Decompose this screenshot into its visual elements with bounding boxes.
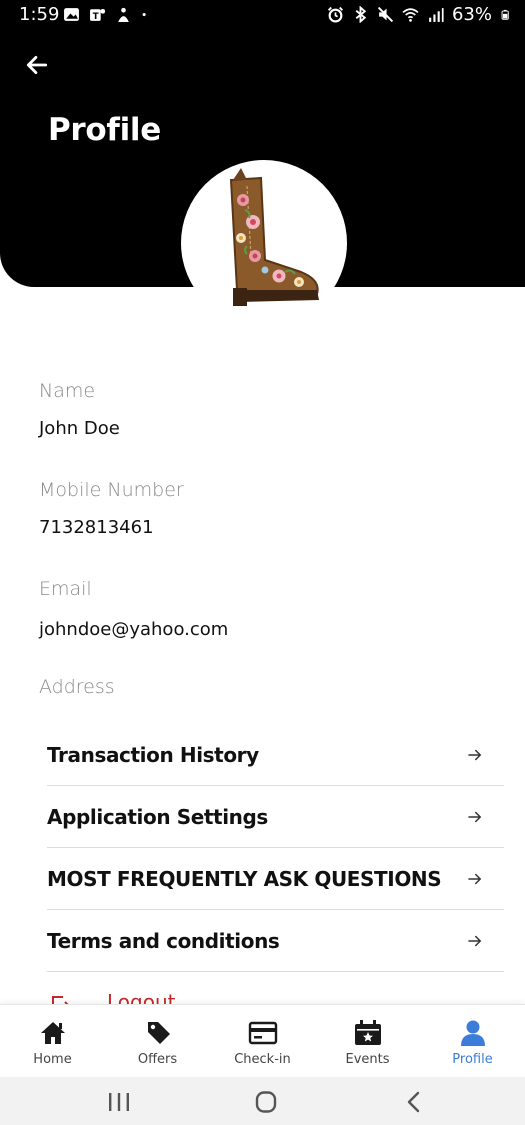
nav-label: Events — [345, 1052, 390, 1067]
menu-item-transaction-history[interactable]: Transaction History — [47, 724, 504, 786]
menu-item-label: Transaction History — [47, 742, 259, 767]
arrow-right-icon — [468, 873, 481, 884]
name-value: John Doe — [39, 418, 120, 439]
alarm-icon — [327, 6, 344, 23]
mobile-value: 7132813461 — [39, 517, 154, 538]
nav-profile[interactable]: Profile — [420, 1005, 525, 1077]
battery-icon — [501, 9, 509, 20]
home-button-icon[interactable] — [251, 1091, 281, 1113]
menu-item-label: MOST FREQUENTLY ASK QUESTIONS — [47, 866, 442, 891]
address-label: Address — [39, 676, 115, 698]
email-value: johndoe@yahoo.com — [39, 619, 229, 640]
nav-label: Profile — [452, 1052, 493, 1067]
nav-label: Offers — [137, 1052, 178, 1067]
email-label: Email — [39, 578, 92, 600]
gallery-icon — [64, 8, 79, 21]
menu-item-terms[interactable]: Terms and conditions — [47, 910, 504, 972]
back-button[interactable] — [22, 50, 52, 80]
nav-label: Home — [33, 1052, 72, 1067]
nav-home[interactable]: Home — [0, 1005, 105, 1077]
system-nav-bar — [0, 1077, 525, 1125]
mobile-label: Mobile Number — [39, 479, 184, 501]
arrow-right-icon — [468, 811, 481, 822]
cowboy-boot-image — [229, 168, 319, 306]
bluetooth-icon — [355, 6, 367, 23]
profile-avatar[interactable] — [181, 160, 347, 326]
calendar-star-icon — [354, 1020, 381, 1045]
profile-menu: Transaction History Application Settings… — [47, 724, 504, 974]
battery-percent: 63% — [451, 4, 492, 25]
home-icon — [40, 1022, 65, 1044]
system-back-icon[interactable] — [399, 1091, 429, 1113]
arrow-right-icon — [468, 935, 481, 946]
bottom-nav: Home Offers Check-in Events Profile — [0, 1004, 525, 1077]
name-label: Name — [39, 380, 96, 402]
app-icon — [118, 7, 129, 22]
status-left-icons: T — [63, 6, 151, 23]
svg-text:T: T — [93, 12, 99, 22]
mute-icon — [377, 6, 394, 23]
wifi-icon — [402, 8, 419, 22]
menu-item-faq[interactable]: MOST FREQUENTLY ASK QUESTIONS — [47, 848, 504, 910]
card-icon — [248, 1021, 277, 1045]
arrow-right-icon — [468, 749, 481, 760]
arrow-left-icon — [26, 56, 48, 74]
signal-icon — [429, 8, 444, 22]
recent-apps-icon[interactable] — [104, 1091, 134, 1113]
status-right-icons: 63% — [327, 4, 511, 25]
status-bar: 1:59 T 63% — [0, 0, 525, 30]
user-icon — [460, 1020, 485, 1046]
menu-item-label: Terms and conditions — [47, 928, 280, 953]
nav-events[interactable]: Events — [315, 1005, 420, 1077]
page-title: Profile — [48, 112, 161, 148]
teams-icon: T — [90, 8, 106, 22]
nav-check-in[interactable]: Check-in — [210, 1005, 315, 1077]
tag-icon — [147, 1022, 170, 1044]
nav-label: Check-in — [234, 1052, 291, 1067]
dot-icon — [142, 12, 146, 17]
status-time: 1:59 — [19, 4, 60, 25]
menu-item-application-settings[interactable]: Application Settings — [47, 786, 504, 848]
menu-item-label: Application Settings — [47, 804, 268, 829]
nav-offers[interactable]: Offers — [105, 1005, 210, 1077]
